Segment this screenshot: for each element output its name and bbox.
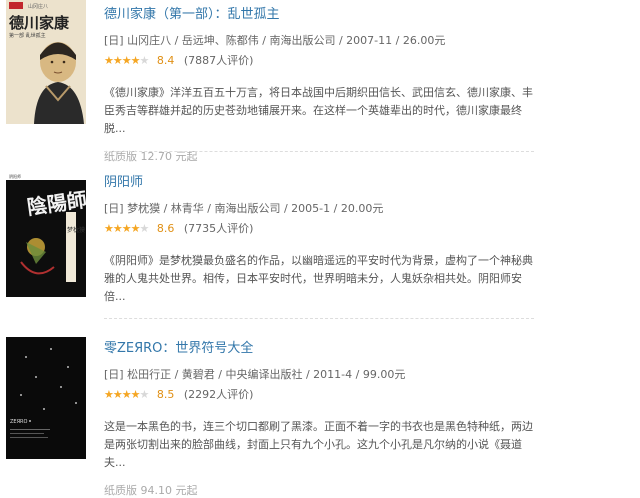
book-description: 《德川家康》洋洋五百五十万言，将日本战国中后期织田信长、武田信玄、德川家康、丰臣… [104, 86, 533, 135]
book-title-link-1[interactable]: 德川家康（第一部）：乱世孤主 [104, 6, 534, 24]
rating-score: 8.5 [156, 388, 175, 401]
rating-stars-icon: ★★★★★ [104, 54, 149, 67]
svg-text:阴阳师: 阴阳师 [9, 173, 21, 179]
book-meta: [日] 松田行正 / 黄碧君 / 中央编译出版社 / 2011-4 / 99.0… [104, 368, 406, 381]
book-title[interactable]: 德川家康（第一部） [104, 7, 215, 22]
book-description: 《阴阳师》是梦枕獏最负盛名的作品，以幽暗遥远的平安时代为背景，虚构了一个神秘典雅… [104, 254, 533, 303]
rating-stars-icon: ★★★★★ [104, 388, 149, 401]
cover-subtitle-1: 第一部 乱世孤主 [9, 32, 46, 39]
book-cover-3[interactable]: ZEЯRO [6, 337, 86, 459]
paper-price-link[interactable]: 纸质版 94.10 元起 [104, 482, 534, 498]
cover-badge: 山冈庄八 [28, 3, 48, 10]
rating-votes: (2292人评价) [183, 388, 254, 401]
divider [104, 318, 534, 319]
book-meta: [日] 梦枕獏 / 林青华 / 南海出版公司 / 2005-1 / 20.00元 [104, 202, 384, 215]
book-rating: ★★★★★ 8.6 (7735人评价) [104, 222, 534, 236]
cover-title-3: ZEЯRO [10, 419, 28, 425]
rating-score: 8.6 [156, 222, 175, 235]
book-subtitle[interactable]: ：乱世孤主 [215, 7, 280, 22]
book-title[interactable]: 阴阳师 [104, 175, 143, 190]
rating-votes: (7735人评价) [183, 222, 254, 235]
book-meta: [日] 山冈庄八 / 岳远坤、陈都伟 / 南海出版公司 / 2007-11 / … [104, 34, 446, 47]
cover-art-3: ZEЯRO [6, 337, 86, 459]
book-rating: ★★★★★ 8.5 (2292人评价) [104, 388, 534, 402]
book-description: 这是一本黑色的书，连三个切口都刷了黑漆。正面不着一字的书衣也是黑色特种纸，两边是… [104, 420, 533, 469]
book-title-link-2[interactable]: 阴阳师 [104, 174, 534, 192]
book-title[interactable]: 零ZEЯRO [104, 341, 162, 356]
cover-title-1: 德川家康 [9, 14, 70, 32]
book-cover-2[interactable]: 阴阳师 陰陽師 梦枕獏 [6, 172, 86, 297]
rating-votes: (7887人评价) [183, 54, 254, 67]
rating-stars-icon: ★★★★★ [104, 222, 149, 235]
cover-author-2: 梦枕獏 [67, 226, 85, 234]
divider [104, 151, 534, 152]
book-cover-1[interactable]: 山冈庄八 德川家康 第一部 乱世孤主 [6, 0, 86, 124]
book-title-link-3[interactable]: 零ZEЯRO：世界符号大全 [104, 340, 534, 358]
rating-score: 8.4 [156, 54, 175, 67]
cover-art-1: 山冈庄八 德川家康 第一部 乱世孤主 [6, 0, 86, 124]
book-rating: ★★★★★ 8.4 (7887人评价) [104, 54, 534, 68]
cover-art-2: 阴阳师 陰陽師 梦枕獏 [6, 172, 86, 297]
book-subtitle[interactable]: ：世界符号大全 [162, 341, 253, 356]
